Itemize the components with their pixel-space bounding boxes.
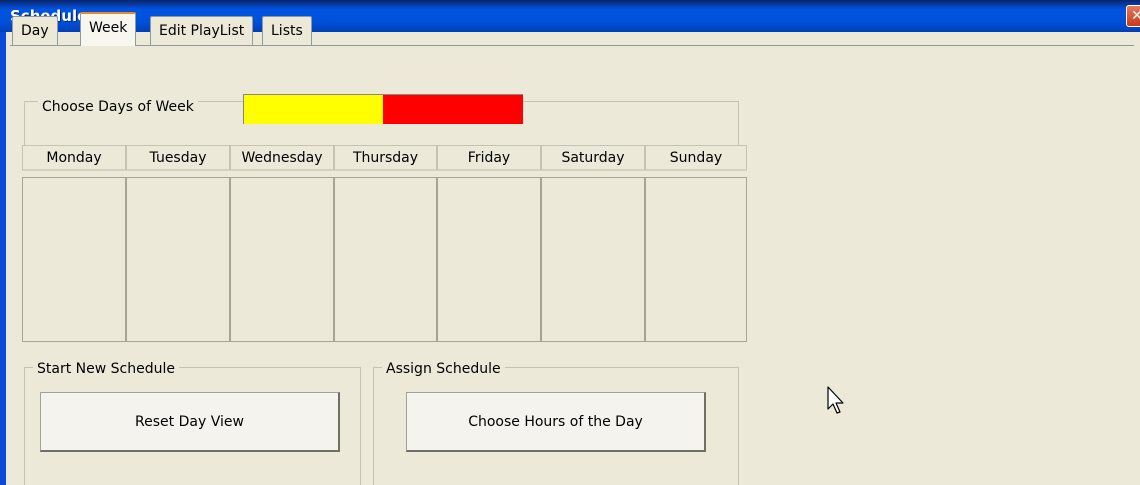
day-cell-saturday[interactable] [541,177,645,342]
choose-hours-button[interactable]: Choose Hours of the Day [406,392,706,452]
color-bar-red [383,94,523,124]
day-cell-friday[interactable] [437,177,541,342]
day-header-thursday[interactable]: Thursday [334,145,437,171]
day-cell-monday[interactable] [22,177,126,342]
day-header-sunday[interactable]: Sunday [645,145,747,171]
day-cell-thursday[interactable] [334,177,437,342]
day-header-saturday[interactable]: Saturday [541,145,645,171]
day-cell-wednesday[interactable] [230,177,334,342]
day-cell-tuesday[interactable] [126,177,230,342]
day-header-monday[interactable]: Monday [22,145,126,171]
tab-week[interactable]: Week [80,12,137,46]
reset-day-view-button[interactable]: Reset Day View [40,392,340,452]
choose-days-label: Choose Days of Week [38,98,198,116]
tab-edit-playlist[interactable]: Edit PlayList [150,16,254,46]
tab-lists[interactable]: Lists [262,16,312,46]
day-cell-sunday[interactable] [645,177,747,342]
close-icon[interactable]: ✕ [1126,5,1140,27]
tab-day[interactable]: Day [12,16,58,46]
assign-schedule-label: Assign Schedule [382,360,505,378]
mouse-pointer-icon [827,386,844,414]
day-header-tuesday[interactable]: Tuesday [126,145,230,171]
day-header-wednesday[interactable]: Wednesday [230,145,334,171]
day-header-friday[interactable]: Friday [437,145,541,171]
color-bar-yellow [243,94,383,124]
start-new-schedule-label: Start New Schedule [33,360,179,378]
